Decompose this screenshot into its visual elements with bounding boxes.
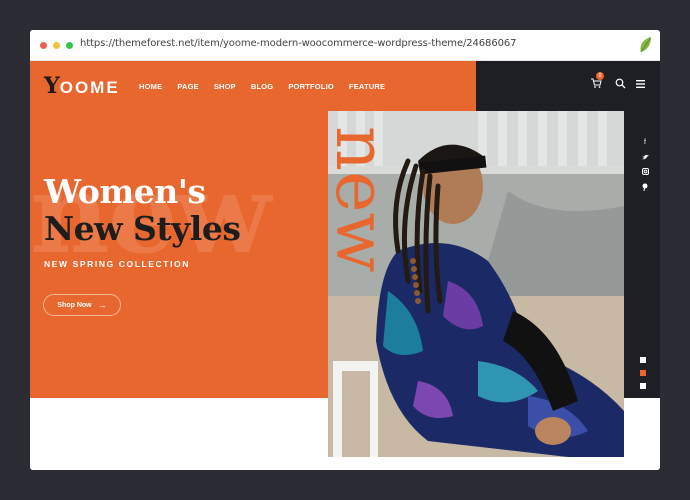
nav-item-home[interactable]: HOME xyxy=(139,82,162,91)
logo-initial: Y xyxy=(44,73,60,99)
shop-now-label: Shop Now xyxy=(57,301,92,309)
minimize-window-button[interactable] xyxy=(53,42,60,49)
vertical-word-text: new xyxy=(325,126,402,272)
website-viewport: new YOOME HOME PAGE SHOP BLOG PORTFOLIO … xyxy=(30,61,660,470)
maximize-window-button[interactable] xyxy=(66,42,73,49)
nav-item-feature[interactable]: FEATURE xyxy=(349,82,385,91)
envato-leaf-icon xyxy=(640,37,651,53)
nav-item-portfolio[interactable]: PORTFOLIO xyxy=(288,82,334,91)
site-logo[interactable]: YOOME xyxy=(44,73,120,99)
shop-now-button[interactable]: Shop Now → xyxy=(43,294,121,316)
pinterest-icon[interactable] xyxy=(642,183,648,191)
logo-text: OOME xyxy=(59,78,120,97)
menu-hamburger-icon[interactable] xyxy=(636,80,645,88)
twitter-icon[interactable] xyxy=(641,154,649,160)
hero-headline-line1: Women's xyxy=(44,172,206,211)
arrow-right-icon: → xyxy=(97,300,107,310)
slider-dot-3[interactable] xyxy=(640,383,646,389)
slider-dot-1[interactable] xyxy=(640,357,646,363)
search-icon[interactable] xyxy=(615,78,626,89)
cart-count-badge: 0 xyxy=(596,72,604,80)
address-bar[interactable]: https://themeforest.net/item/yoome-moder… xyxy=(80,38,516,49)
slider-pagination xyxy=(640,357,646,396)
nav-item-blog[interactable]: BLOG xyxy=(251,82,273,91)
nav-item-shop[interactable]: SHOP xyxy=(214,82,236,91)
slider-dot-2-active[interactable] xyxy=(640,370,646,376)
main-navigation: HOME PAGE SHOP BLOG PORTFOLIO FEATURE xyxy=(139,82,400,91)
hero-subheading: NEW SPRING COLLECTION xyxy=(44,259,190,269)
facebook-icon[interactable]: f xyxy=(639,139,651,146)
close-window-button[interactable] xyxy=(40,42,47,49)
hero-headline-line2: New Styles xyxy=(44,209,241,248)
hero-vertical-word: new xyxy=(325,126,402,272)
nav-item-page[interactable]: PAGE xyxy=(177,82,199,91)
social-links: f xyxy=(639,139,651,199)
browser-window: https://themeforest.net/item/yoome-moder… xyxy=(30,30,660,470)
browser-toolbar: https://themeforest.net/item/yoome-moder… xyxy=(30,30,660,61)
instagram-icon[interactable] xyxy=(641,168,649,175)
